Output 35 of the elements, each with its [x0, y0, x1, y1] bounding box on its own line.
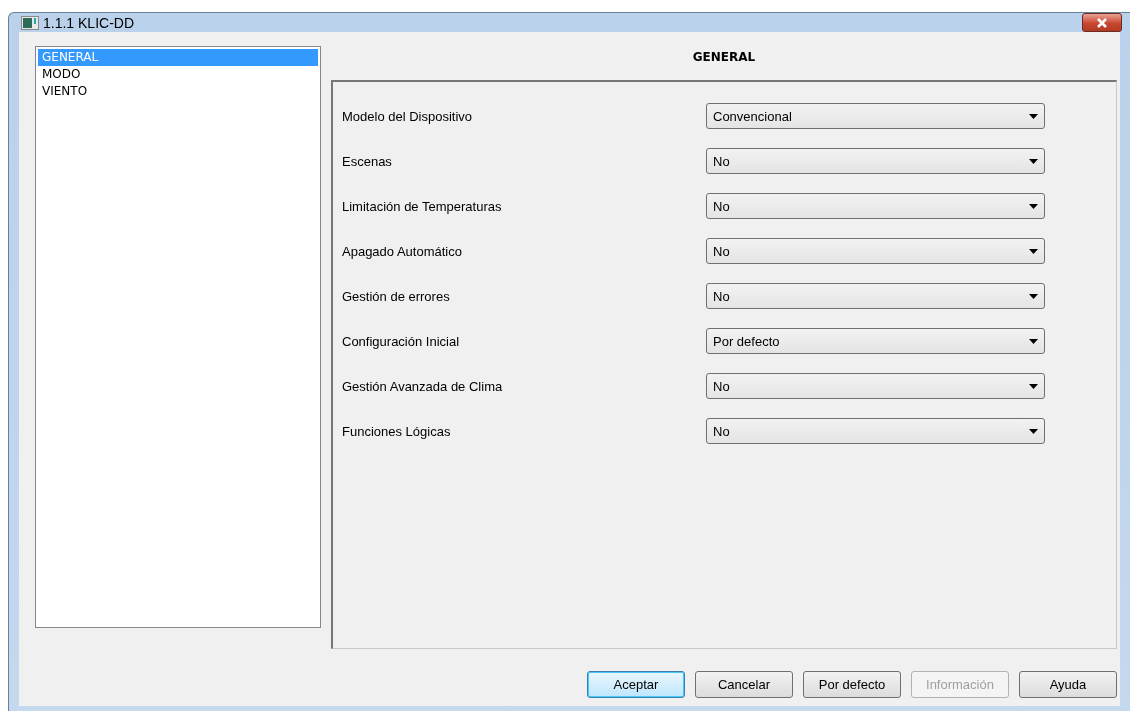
window-title: 1.1.1 KLIC-DD [43, 14, 135, 31]
field-label: Gestión de errores [342, 288, 451, 304]
caret-icon [1029, 293, 1038, 299]
close-icon [1096, 17, 1108, 28]
field-label: Apagado Automático [342, 243, 463, 259]
dropdown[interactable]: No [706, 148, 1045, 174]
app-icon [21, 15, 39, 30]
dropdown[interactable]: No [706, 373, 1045, 399]
field-label: Configuración Inicial [342, 333, 461, 349]
dropdown[interactable]: No [706, 193, 1045, 219]
dropdown[interactable]: Por defecto [706, 328, 1045, 354]
dropdown[interactable]: No [706, 418, 1045, 444]
field-label: Limitación de Temperaturas [342, 198, 503, 214]
section-item[interactable]: VIENTO [38, 83, 318, 100]
dropdown[interactable]: No [706, 238, 1045, 264]
field-label: Funciones Lógicas [342, 423, 452, 439]
caret-icon [1029, 158, 1038, 164]
caret-icon [1029, 113, 1038, 119]
close-button[interactable] [1082, 13, 1122, 32]
dialog-button[interactable]: Cancelar [695, 671, 793, 698]
section-item[interactable]: MODO [38, 66, 318, 83]
panel-title: GENERAL [692, 49, 756, 66]
caret-icon [1029, 428, 1038, 434]
field-label: Gestión Avanzada de Clima [342, 378, 504, 394]
field-label: Modelo del Dispositivo [342, 108, 474, 124]
field-label: Escenas [342, 153, 393, 169]
caret-icon [1029, 338, 1038, 344]
dialog-button[interactable]: Aceptar [587, 671, 685, 698]
caret-icon [1029, 248, 1038, 254]
caret-icon [1029, 383, 1038, 389]
dialog-button[interactable]: Por defecto [803, 671, 901, 698]
dropdown[interactable]: Convencional [706, 103, 1045, 129]
dialog-button[interactable]: Ayuda [1019, 671, 1117, 698]
dropdown[interactable]: No [706, 283, 1045, 309]
caret-icon [1029, 203, 1038, 209]
